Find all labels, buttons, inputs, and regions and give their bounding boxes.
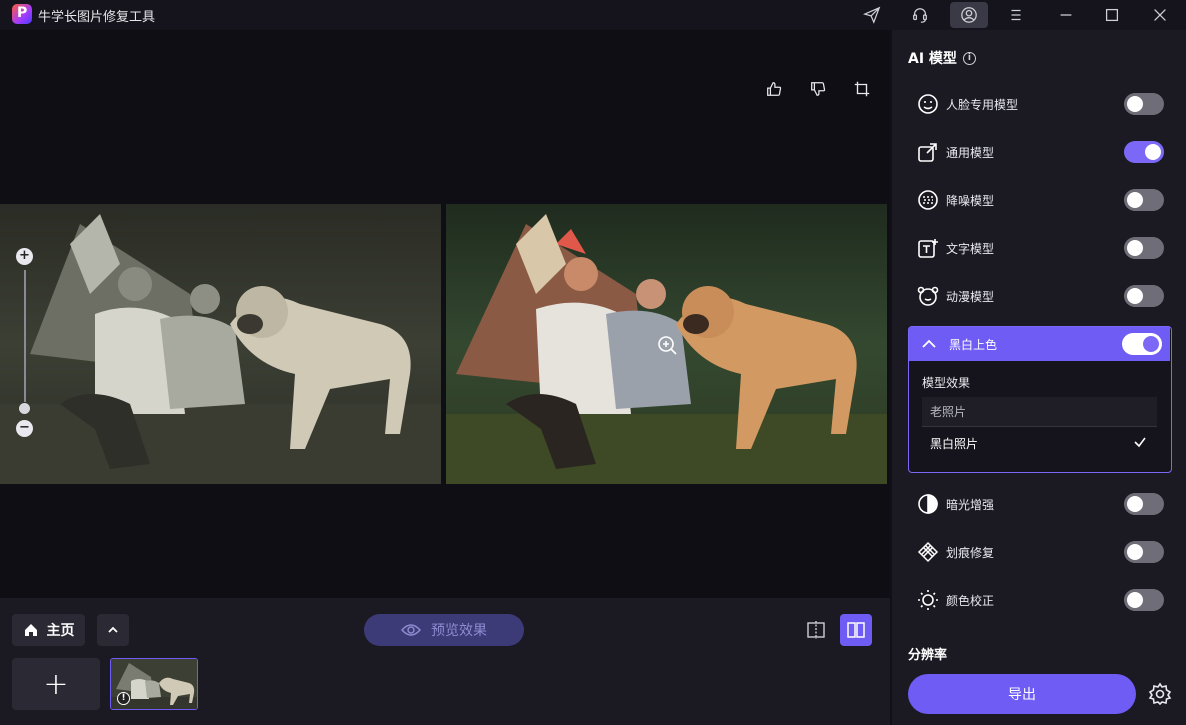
preview-button[interactable]: 预览效果	[364, 614, 524, 646]
user-icon[interactable]	[950, 2, 988, 28]
checkmark-icon	[1134, 437, 1146, 448]
send-icon[interactable]	[858, 2, 886, 28]
bottom-toolbar: 主页 预览效果 + !	[0, 598, 890, 725]
side-by-side-button[interactable]	[840, 614, 872, 646]
colorize-header[interactable]: 黑白上色	[909, 327, 1170, 361]
model-label: 暗光增强	[946, 497, 995, 512]
sun-icon	[916, 588, 940, 612]
general-model-toggle[interactable]	[1124, 141, 1164, 163]
app-title: 牛学长图片修复工具	[38, 10, 156, 25]
app-window: P 牛学长图片修复工具 + − 主页 预览效果 + ! AI 模型 i 人脸专用…	[0, 0, 1186, 725]
contrast-icon	[916, 492, 940, 516]
anime-model-toggle[interactable]	[1124, 285, 1164, 307]
panel-title: AI 模型 i	[908, 48, 976, 68]
colorize-section: 黑白上色 模型效果 老照片 黑白照片	[908, 326, 1172, 473]
headset-icon[interactable]	[906, 2, 934, 28]
expand-icon	[916, 140, 940, 164]
face-model-toggle[interactable]	[1124, 93, 1164, 115]
crop-icon[interactable]	[853, 80, 871, 102]
model-row-text[interactable]: 文字模型	[908, 230, 1172, 266]
noise-icon	[916, 188, 940, 212]
denoise-model-toggle[interactable]	[1124, 189, 1164, 211]
face-icon	[916, 92, 940, 116]
model-label: 颜色校正	[946, 593, 995, 608]
home-icon	[24, 624, 37, 636]
zoom-out-button[interactable]: −	[16, 420, 33, 437]
maximize-icon[interactable]	[1098, 2, 1126, 28]
model-row-general[interactable]: 通用模型	[908, 134, 1172, 170]
model-label: 划痕修复	[946, 545, 995, 560]
original-image	[0, 204, 441, 484]
option-old-photo[interactable]: 老照片	[922, 397, 1157, 427]
model-row-color[interactable]: 颜色校正	[908, 582, 1172, 618]
home-label: 主页	[46, 623, 75, 639]
model-row-denoise[interactable]: 降噪模型	[908, 182, 1172, 218]
image-canvas: + −	[0, 30, 890, 598]
eye-icon	[401, 624, 421, 636]
text-icon	[916, 236, 940, 260]
model-label: 降噪模型	[946, 193, 995, 208]
model-row-anime[interactable]: 动漫模型	[908, 278, 1172, 314]
thumbs-up-icon[interactable]	[765, 80, 783, 102]
zoom-handle[interactable]	[19, 403, 30, 414]
chevron-up-icon	[108, 626, 118, 633]
scratch-icon	[916, 540, 940, 564]
model-row-scratch[interactable]: 划痕修复	[908, 534, 1172, 570]
resolution-label: 分辨率	[908, 648, 948, 663]
app-logo: P	[12, 4, 32, 24]
zoom-in-button[interactable]: +	[16, 248, 33, 265]
text-model-toggle[interactable]	[1124, 237, 1164, 259]
model-row-face[interactable]: 人脸专用模型	[908, 86, 1172, 122]
export-button[interactable]: 导出	[908, 674, 1136, 714]
colorize-label: 黑白上色	[949, 337, 998, 352]
preview-label: 预览效果	[431, 623, 487, 639]
zoom-slider[interactable]: + −	[16, 248, 34, 438]
zoom-track[interactable]	[24, 270, 26, 402]
minimize-icon[interactable]	[1052, 2, 1080, 28]
anime-icon	[916, 284, 940, 308]
magnify-icon[interactable]	[656, 334, 678, 356]
model-row-lowlight[interactable]: 暗光增强	[908, 486, 1172, 522]
colorize-toggle[interactable]	[1122, 333, 1162, 355]
model-label: 人脸专用模型	[946, 97, 1019, 112]
model-label: 通用模型	[946, 145, 995, 160]
info-icon[interactable]: i	[962, 51, 976, 65]
panel-title-text: AI 模型	[908, 51, 957, 67]
option-bw-photo[interactable]: 黑白照片	[922, 428, 1157, 458]
collapse-button[interactable]	[97, 614, 129, 646]
model-label: 动漫模型	[946, 289, 995, 304]
model-effect-label: 模型效果	[922, 376, 971, 390]
thumbs-down-icon[interactable]	[809, 80, 827, 102]
lowlight-toggle[interactable]	[1124, 493, 1164, 515]
add-image-button[interactable]: +	[12, 658, 100, 710]
gear-icon[interactable]	[1148, 682, 1172, 706]
split-view-icon	[807, 621, 825, 639]
chevron-up-icon[interactable]	[917, 332, 941, 356]
model-label: 文字模型	[946, 241, 995, 256]
option-label: 黑白照片	[930, 436, 979, 451]
menu-icon[interactable]	[1002, 2, 1030, 28]
info-icon[interactable]: !	[117, 692, 130, 705]
home-button[interactable]: 主页	[12, 614, 85, 646]
image-thumbnail[interactable]: !	[110, 658, 198, 710]
side-by-side-icon	[847, 622, 865, 638]
ai-model-panel: AI 模型 i 人脸专用模型 通用模型 降噪模型 文字模型 动漫模型 黑白上色 …	[892, 30, 1186, 725]
close-icon[interactable]	[1146, 2, 1174, 28]
color-correct-toggle[interactable]	[1124, 589, 1164, 611]
title-bar: P 牛学长图片修复工具	[0, 0, 1186, 30]
scratch-toggle[interactable]	[1124, 541, 1164, 563]
split-view-button[interactable]	[800, 614, 832, 646]
